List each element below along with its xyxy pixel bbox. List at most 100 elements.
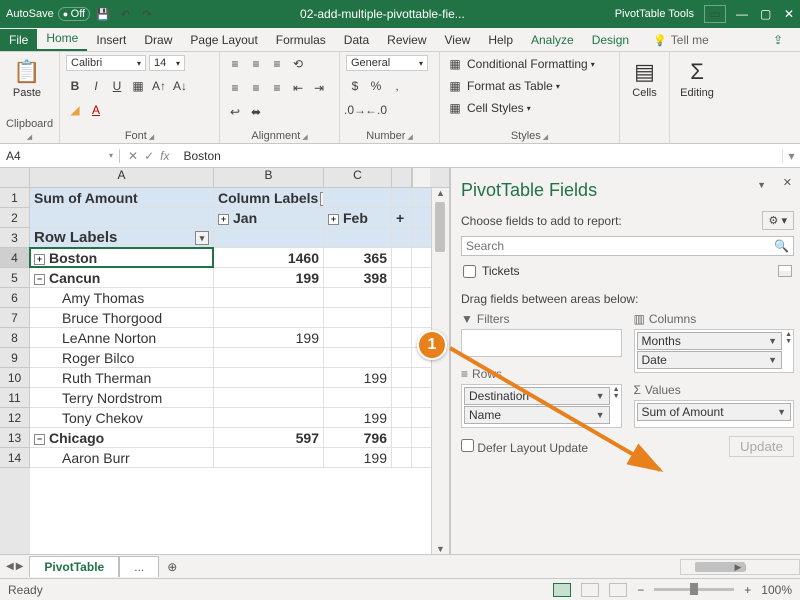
row-header[interactable]: 14 [0, 448, 30, 468]
cell[interactable] [392, 428, 412, 447]
expand-jan-icon[interactable]: + [218, 214, 229, 225]
cells-button[interactable]: ▤Cells [626, 55, 663, 99]
pivot-row-label[interactable]: Tony Chekov [30, 408, 214, 427]
columns-date-pill[interactable]: Date▼ [637, 351, 783, 369]
align-middle-button[interactable]: ≡ [247, 55, 265, 73]
tab-home[interactable]: Home [37, 27, 87, 51]
field-tickets-checkbox[interactable] [463, 265, 476, 278]
select-all-corner[interactable] [0, 168, 30, 187]
cell[interactable] [392, 228, 412, 247]
underline-button[interactable]: U [108, 77, 126, 95]
decrease-decimal-button[interactable]: ←.0 [367, 101, 385, 119]
sheet-tab-overflow[interactable]: ... [119, 556, 159, 577]
sheet-tab-active[interactable]: PivotTable [29, 556, 119, 577]
decrease-font-button[interactable]: A↓ [171, 77, 189, 95]
zoom-in-button[interactable]: + [744, 583, 751, 597]
sheet-nav-prev-icon[interactable]: ◀ [6, 561, 14, 572]
filters-area[interactable] [461, 329, 622, 357]
undo-icon[interactable]: ↶ [116, 5, 134, 23]
pivot-cell[interactable] [214, 288, 324, 307]
tab-data[interactable]: Data [335, 29, 378, 51]
pivot-cell[interactable] [324, 308, 392, 327]
tab-formulas[interactable]: Formulas [267, 29, 335, 51]
pivot-row-label[interactable]: −Chicago [30, 428, 214, 447]
expand-feb-icon[interactable]: + [328, 214, 339, 225]
values-sum-pill[interactable]: Sum of Amount▼ [637, 403, 792, 421]
cell[interactable] [30, 208, 214, 227]
tab-design[interactable]: Design [583, 29, 638, 51]
editing-button[interactable]: ΣEditing [676, 55, 718, 99]
cell[interactable] [392, 308, 412, 327]
pivot-cell[interactable] [214, 308, 324, 327]
pivot-cell[interactable]: 199 [214, 328, 324, 347]
row-header[interactable]: 12 [0, 408, 30, 428]
pivot-cell[interactable]: 1460 [214, 248, 324, 267]
fx-icon[interactable]: fx [160, 149, 169, 163]
pane-dropdown-icon[interactable]: ▼ [757, 180, 766, 190]
pivot-row-label[interactable]: Aaron Burr [30, 448, 214, 467]
decrease-indent-button[interactable]: ⇤ [289, 79, 307, 97]
pivot-row-label[interactable]: Roger Bilco [30, 348, 214, 367]
pivot-cell[interactable]: 199 [324, 368, 392, 387]
pivot-sum-label[interactable]: Sum of Amount [30, 188, 214, 207]
ribbon-display-icon[interactable]: ▭ [704, 5, 726, 23]
pivot-cell[interactable]: 199 [324, 448, 392, 467]
cell[interactable] [324, 228, 392, 247]
pivot-col-feb[interactable]: +Feb [324, 208, 392, 227]
accounting-button[interactable]: $ [346, 77, 364, 95]
close-pane-icon[interactable]: ✕ [783, 176, 792, 189]
row-header[interactable]: 8 [0, 328, 30, 348]
align-bottom-button[interactable]: ≡ [268, 55, 286, 73]
cell[interactable]: + [392, 208, 412, 227]
border-button[interactable]: ▦ [129, 77, 147, 95]
row-header[interactable]: 6 [0, 288, 30, 308]
conditional-formatting-button[interactable]: Conditional Formatting [467, 57, 588, 71]
save-icon[interactable]: 💾 [94, 5, 112, 23]
col-header-d[interactable] [392, 168, 412, 187]
cell[interactable] [392, 248, 412, 267]
cell[interactable] [214, 228, 324, 247]
pivot-column-labels[interactable]: Column Labels▾ [214, 188, 324, 207]
cell-styles-button[interactable]: Cell Styles [467, 101, 524, 115]
zoom-out-button[interactable]: − [637, 583, 644, 597]
percent-button[interactable]: % [367, 77, 385, 95]
row-header[interactable]: 2 [0, 208, 30, 228]
row-header[interactable]: 5 [0, 268, 30, 288]
pivot-cell[interactable]: 398 [324, 268, 392, 287]
pivot-cell[interactable] [324, 388, 392, 407]
font-size-select[interactable]: 14▾ [149, 55, 185, 71]
pivot-row-label[interactable]: Amy Thomas [30, 288, 214, 307]
pivot-cell[interactable] [324, 328, 392, 347]
name-box[interactable]: A4▾ [0, 149, 120, 163]
tell-me-search[interactable]: Tell me [644, 29, 718, 51]
font-name-select[interactable]: Calibri▾ [66, 55, 146, 71]
row-header[interactable]: 10 [0, 368, 30, 388]
italic-button[interactable]: I [87, 77, 105, 95]
row-labels-dropdown-icon[interactable]: ▾ [195, 231, 209, 245]
cancel-formula-icon[interactable]: ✕ [128, 149, 138, 163]
increase-font-button[interactable]: A↑ [150, 77, 168, 95]
row-header[interactable]: 13 [0, 428, 30, 448]
cell[interactable] [392, 408, 412, 427]
redo-icon[interactable]: ↷ [138, 5, 156, 23]
pivot-row-label[interactable]: LeAnne Norton [30, 328, 214, 347]
zoom-slider[interactable] [654, 588, 734, 591]
cell-grid[interactable]: Sum of Amount Column Labels▾ +Jan +Feb +… [30, 188, 431, 554]
field-search-input[interactable] [466, 239, 774, 253]
pivot-row-label[interactable]: Ruth Therman [30, 368, 214, 387]
pivot-cell[interactable] [214, 408, 324, 427]
maximize-button[interactable]: ▢ [760, 7, 770, 21]
tab-file[interactable]: File [0, 29, 37, 51]
cell[interactable] [392, 188, 412, 207]
row-header[interactable]: 1 [0, 188, 30, 208]
paste-button[interactable]: 📋Paste [6, 55, 48, 99]
sheet-nav-next-icon[interactable]: ▶ [16, 561, 24, 572]
row-header[interactable]: 7 [0, 308, 30, 328]
cell[interactable] [392, 448, 412, 467]
tab-review[interactable]: Review [378, 29, 435, 51]
rows-scroll[interactable]: ▲▼ [613, 386, 620, 425]
columns-scroll[interactable]: ▲▼ [785, 331, 792, 370]
pivot-cell[interactable] [324, 348, 392, 367]
font-color-button[interactable]: A [87, 101, 105, 119]
share-button[interactable]: ⇪ [764, 29, 792, 51]
